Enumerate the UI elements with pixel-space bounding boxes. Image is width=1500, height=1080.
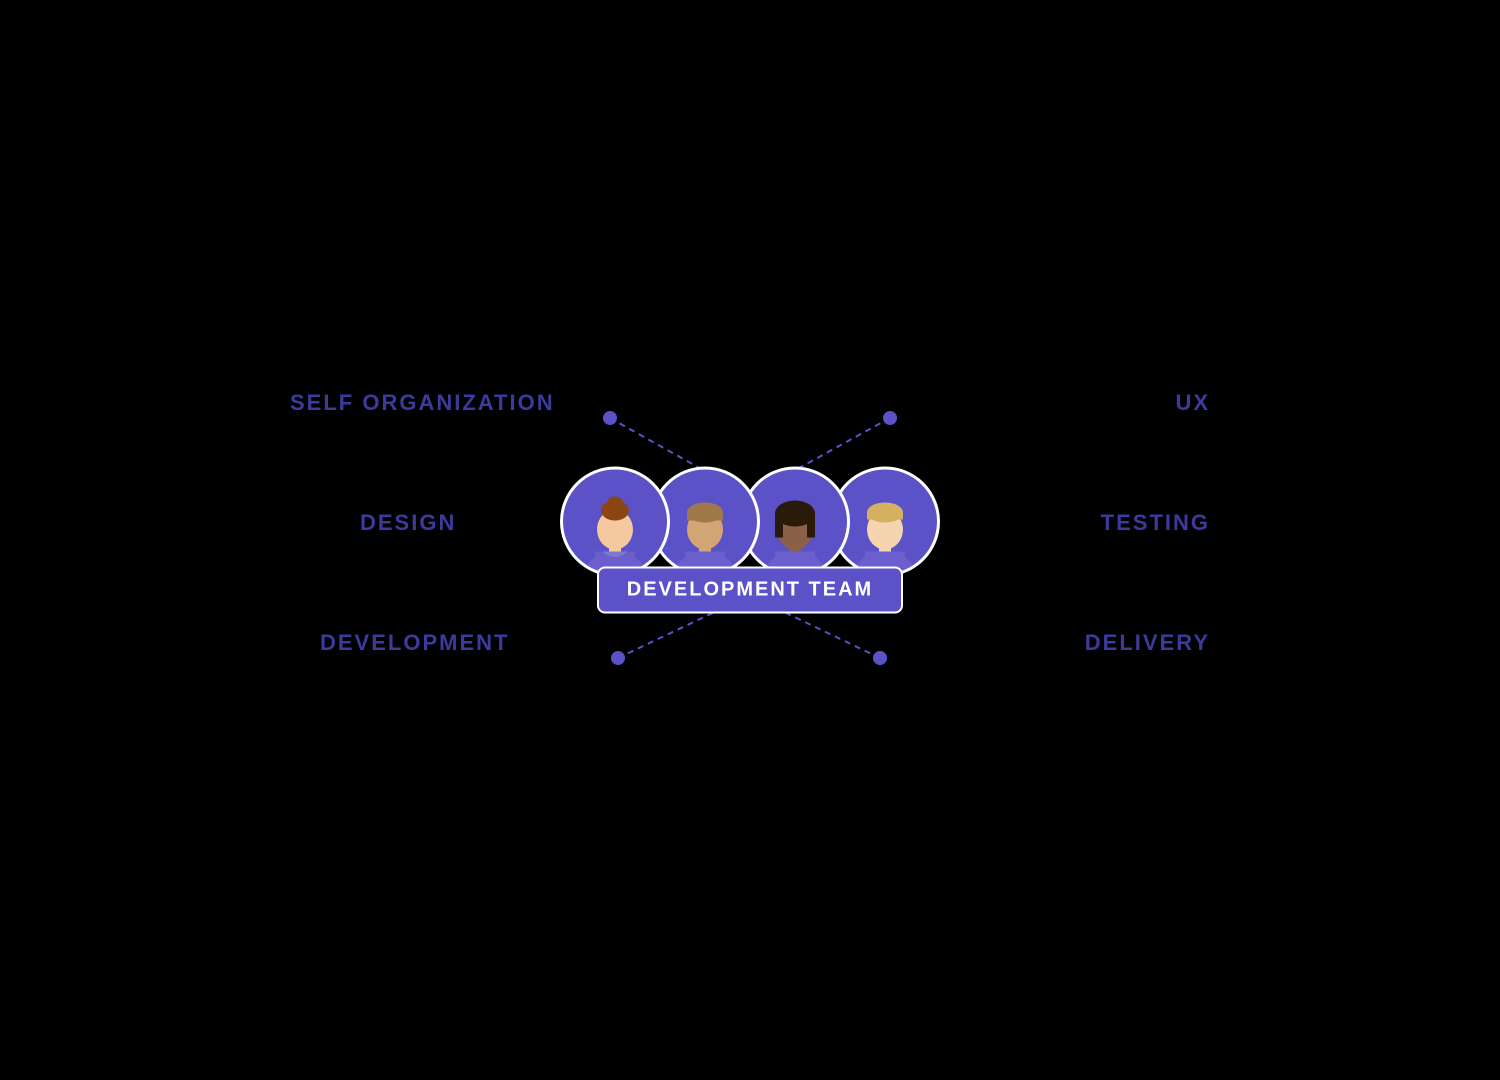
label-ux: UX — [1175, 390, 1210, 416]
avatar-1 — [560, 467, 670, 577]
label-design: DESIGN — [360, 510, 456, 536]
label-development-left: DEVELOPMENT — [320, 630, 509, 656]
center-group: DEVELOPMENT TEAM — [560, 467, 940, 614]
label-delivery: DELIVERY — [1085, 630, 1210, 656]
diagram-container: SELF ORGANIZATION DESIGN DEVELOPMENT UX … — [300, 290, 1200, 790]
label-testing: TESTING — [1101, 510, 1210, 536]
dev-team-label: DEVELOPMENT TEAM — [597, 567, 903, 614]
label-self-organization: SELF ORGANIZATION — [290, 390, 555, 416]
avatars-row — [560, 467, 940, 577]
